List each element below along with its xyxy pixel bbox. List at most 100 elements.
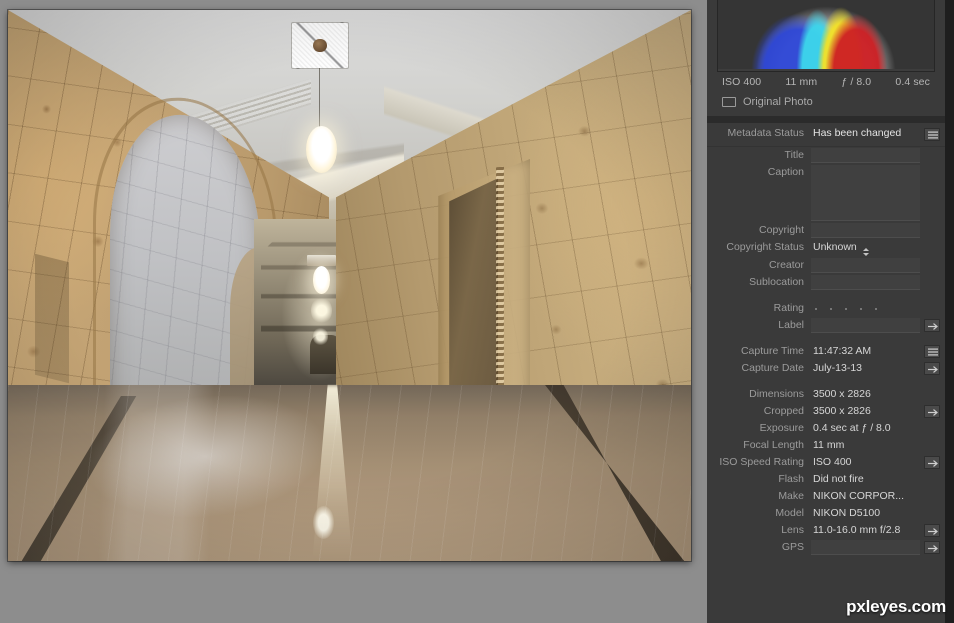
metadata-label-make: Make — [778, 490, 804, 502]
star-icon[interactable] — [845, 308, 847, 310]
metadata-label-capture-time: Capture Time — [740, 345, 804, 357]
metadata-select-copyright-status[interactable]: Unknown — [811, 239, 920, 257]
metadata-row-lens: Lens 11.0-16.0 mm f/2.8 — [707, 522, 945, 539]
metadata-value-make[interactable]: NIKON CORPOR... — [811, 488, 920, 505]
metadata-label-copyright-status: Copyright Status — [726, 241, 804, 253]
metadata-input-label[interactable] — [811, 318, 920, 333]
metadata-value-model[interactable]: NIKON D5100 — [811, 505, 920, 522]
metadata-input-caption[interactable] — [811, 165, 920, 221]
goto-arrow-icon[interactable] — [924, 362, 940, 375]
goto-arrow-icon[interactable] — [924, 541, 940, 554]
metadata-input-creator[interactable] — [811, 258, 920, 273]
star-icon[interactable] — [815, 308, 817, 310]
panel-scrollbar[interactable] — [945, 0, 954, 623]
metadata-group-separator — [707, 291, 945, 300]
metadata-row-exposure: Exposure 0.4 sec at ƒ / 8.0 — [707, 420, 945, 437]
row-action-spacer — [924, 241, 940, 254]
original-photo-toggle[interactable]: Original Photo — [715, 93, 937, 116]
metadata-value-dimensions[interactable]: 3500 x 2826 — [811, 386, 920, 403]
exif-shutter[interactable]: 0.4 sec — [895, 76, 930, 88]
metadata-input-title[interactable] — [811, 148, 920, 163]
metadata-label-model: Model — [775, 507, 804, 519]
metadata-label-creator: Creator — [768, 259, 804, 271]
metadata-label-lens: Lens — [781, 524, 804, 536]
metadata-row-focal-length: Focal Length 11 mm — [707, 437, 945, 454]
metadata-row-model: Model NIKON D5100 — [707, 505, 945, 522]
row-action-spacer — [924, 259, 940, 272]
metadata-input-copyright[interactable] — [811, 223, 920, 238]
metadata-value-lens[interactable]: 11.0-16.0 mm f/2.8 — [811, 522, 920, 539]
metadata-value-focal-length[interactable]: 11 mm — [811, 437, 920, 454]
metadata-module: Metadata Status Has been changed Title Ca… — [707, 123, 945, 623]
metadata-field-list: Title Caption Copyright Copyright Status Unk… — [707, 147, 945, 556]
pendant-fixture-mid — [307, 255, 336, 266]
metadata-status-row: Metadata Status Has been changed — [707, 123, 945, 147]
metadata-value-iso-speed-rating[interactable]: ISO 400 — [811, 454, 920, 471]
row-action-spacer — [924, 439, 940, 452]
metadata-label-copyright: Copyright — [759, 224, 804, 236]
row-action-spacer — [924, 224, 940, 237]
histogram-red-band — [718, 0, 934, 71]
metadata-label-iso-speed-rating: ISO Speed Rating — [719, 456, 804, 468]
metadata-label-capture-date: Capture Date — [741, 362, 804, 374]
metadata-row-capture-time: Capture Time 11:47:32 AM — [707, 343, 945, 360]
star-icon[interactable] — [860, 308, 862, 310]
metadata-row-copyright-status: Copyright Status Unknown — [707, 239, 945, 257]
photo-frame[interactable] — [8, 10, 691, 561]
metadata-value-capture-date[interactable]: July-13-13 — [811, 360, 920, 377]
pendant-lamp-near — [305, 125, 338, 174]
metadata-row-make: Make NIKON CORPOR... — [707, 488, 945, 505]
metadata-value-flash[interactable]: Did not fire — [811, 471, 920, 488]
metadata-row-gps: GPS — [707, 539, 945, 556]
histogram-baseline — [718, 69, 934, 71]
chevron-updown-icon[interactable] — [862, 248, 869, 256]
row-action-spacer — [924, 149, 940, 162]
pendant-lamp-farthest — [313, 326, 329, 346]
metadata-input-gps[interactable] — [811, 540, 920, 555]
metadata-label-focal-length: Focal Length — [743, 439, 804, 451]
metadata-row-creator: Creator — [707, 257, 945, 274]
metadata-row-label: Label — [707, 317, 945, 334]
original-photo-checkbox-icon[interactable] — [722, 97, 736, 107]
rating-stars[interactable] — [811, 300, 920, 313]
histogram-module: ISO 400 11 mm ƒ / 8.0 0.4 sec Original P… — [707, 0, 945, 116]
metadata-label-exposure: Exposure — [759, 422, 804, 434]
metadata-value-copyright-status: Unknown — [813, 241, 857, 253]
original-photo-label: Original Photo — [743, 96, 813, 108]
metadata-status-label: Metadata Status — [727, 127, 804, 139]
exif-focal[interactable]: 11 mm — [785, 76, 817, 88]
exif-aperture[interactable]: ƒ / 8.0 — [841, 76, 871, 88]
exif-iso[interactable]: ISO 400 — [722, 76, 761, 88]
metadata-group-separator — [707, 334, 945, 343]
metadata-value-capture-time[interactable]: 11:47:32 AM — [811, 343, 920, 360]
star-icon[interactable] — [830, 308, 832, 310]
row-action-spacer — [924, 473, 940, 486]
row-action-spacer — [924, 422, 940, 435]
row-action-spacer — [924, 490, 940, 503]
metadata-value-cropped[interactable]: 3500 x 2826 — [811, 403, 920, 420]
lightroom-window: ISO 400 11 mm ƒ / 8.0 0.4 sec Original P… — [0, 0, 954, 623]
metadata-row-copyright: Copyright — [707, 222, 945, 239]
right-panel: ISO 400 11 mm ƒ / 8.0 0.4 sec Original P… — [707, 0, 954, 623]
metadata-label-flash: Flash — [778, 473, 804, 485]
metadata-value-exposure[interactable]: 0.4 sec at ƒ / 8.0 — [811, 420, 920, 437]
pendant-lamp-far — [311, 296, 332, 325]
metadata-label-caption: Caption — [767, 166, 804, 178]
row-action-spacer — [924, 302, 940, 315]
row-action-spacer — [924, 166, 940, 179]
metadata-status-list-icon[interactable] — [924, 128, 940, 141]
photo-viewer[interactable] — [0, 0, 707, 623]
goto-arrow-icon[interactable] — [924, 524, 940, 537]
goto-arrow-icon[interactable] — [924, 456, 940, 469]
row-action-spacer — [924, 388, 940, 401]
metadata-label-rating: Rating — [773, 302, 804, 314]
metadata-input-sublocation[interactable] — [811, 275, 920, 290]
metadata-label-title: Title — [784, 149, 804, 161]
goto-arrow-icon[interactable] — [924, 319, 940, 332]
metadata-status-value[interactable]: Has been changed — [811, 125, 920, 142]
star-icon[interactable] — [875, 308, 877, 310]
histogram[interactable] — [717, 0, 935, 72]
ceiling-medallion — [291, 22, 349, 70]
list-icon[interactable] — [924, 345, 940, 358]
goto-arrow-icon[interactable] — [924, 405, 940, 418]
